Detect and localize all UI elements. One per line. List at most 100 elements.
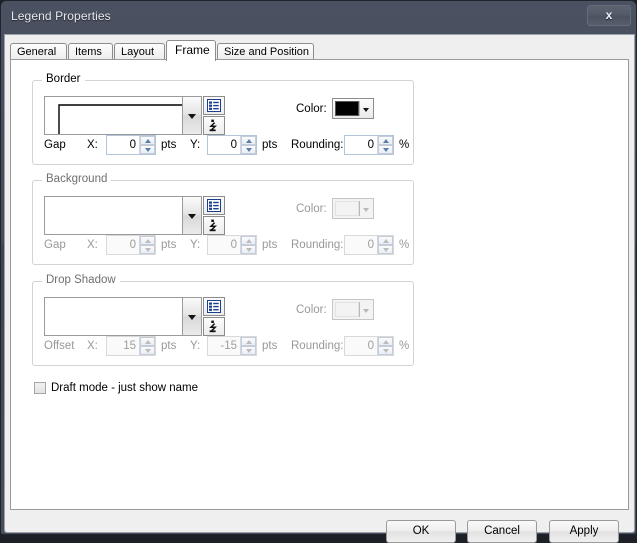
border-y-value[interactable]: 0 <box>208 136 240 154</box>
border-rounding-spin-buttons <box>377 136 393 154</box>
dropshadow-x-spinner: 15 <box>106 336 156 356</box>
background-y-label: Y: <box>190 239 201 251</box>
border-color-picker[interactable] <box>332 98 374 119</box>
background-y-spin-up <box>241 236 256 245</box>
background-x-spinner: 0 <box>106 235 156 255</box>
border-rounding-value[interactable]: 0 <box>345 136 377 154</box>
empty-preview-icon <box>45 298 182 335</box>
border-rounding-label: Rounding: <box>291 139 344 151</box>
dropshadow-rounding-spin-up <box>378 337 393 346</box>
dropshadow-y-spin-down <box>241 346 256 355</box>
dropshadow-y-spin-up <box>241 337 256 346</box>
border-x-value[interactable]: 0 <box>107 136 139 154</box>
dropshadow-rounding-units: % <box>399 340 410 352</box>
background-x-spin-down <box>140 245 155 254</box>
background-rounding-label: Rounding: <box>291 239 344 251</box>
dropshadow-formula-icon[interactable] <box>203 317 225 336</box>
border-x-spin-up[interactable] <box>140 136 155 145</box>
draft-mode-checkbox[interactable] <box>34 382 46 394</box>
border-style-preview-field[interactable] <box>44 96 182 135</box>
background-list-icon[interactable] <box>203 196 225 215</box>
dropshadow-color-dropdown-arrow <box>359 302 371 317</box>
background-rounding-value: 0 <box>367 239 374 251</box>
dropshadow-style-combo[interactable] <box>44 297 225 336</box>
background-gap-label: Gap <box>44 239 66 251</box>
apply-button[interactable]: Apply <box>549 520 619 543</box>
border-style-combo[interactable] <box>44 96 225 135</box>
dropshadow-style-buttons <box>203 297 225 336</box>
border-style-buttons <box>203 96 225 135</box>
border-y-label: Y: <box>190 139 201 151</box>
background-x-label: X: <box>87 239 98 251</box>
group-border: Border Color: Gap X: 0 pts Y: 0 pts Roun… <box>32 73 414 165</box>
border-y-spin-up[interactable] <box>241 136 256 145</box>
dialog-window: Legend Properties x General Items Layout… <box>0 0 637 543</box>
dropshadow-color-label: Color: <box>296 304 327 316</box>
dropshadow-y-units: pts <box>262 340 278 352</box>
dropshadow-y-spin-buttons <box>240 337 256 355</box>
background-y-value: 0 <box>230 239 237 251</box>
ok-button[interactable]: OK <box>386 520 456 543</box>
background-y-spin-buttons <box>240 236 256 254</box>
background-style-dropdown-arrow[interactable] <box>182 196 202 235</box>
dropshadow-rounding-label: Rounding: <box>291 340 344 352</box>
group-background-title: Background <box>42 173 112 185</box>
client-area: General Items Layout Frame Size and Posi… <box>4 34 635 543</box>
border-rounding-spinner[interactable]: 0 <box>344 135 394 155</box>
title-bar: Legend Properties x <box>1 1 637 33</box>
tab-layout[interactable]: Layout <box>114 43 165 60</box>
dropshadow-y-spinner: -15 <box>207 336 257 356</box>
background-rounding-spin-buttons <box>377 236 393 254</box>
dropshadow-color-swatch <box>335 302 359 317</box>
group-drop-shadow-title: Drop Shadow <box>42 274 120 286</box>
border-list-icon[interactable] <box>203 96 225 115</box>
background-formula-icon[interactable] <box>203 216 225 235</box>
background-rounding-spin-down <box>378 245 393 254</box>
background-x-value: 0 <box>129 239 136 251</box>
border-x-label: X: <box>87 139 98 151</box>
dropshadow-rounding-value: 0 <box>367 340 374 352</box>
close-button[interactable]: x <box>587 5 631 26</box>
dropshadow-rounding-spin-down <box>378 346 393 355</box>
background-style-combo[interactable] <box>44 196 225 235</box>
dropshadow-offset-label: Offset <box>44 340 75 352</box>
background-rounding-units: % <box>399 239 410 251</box>
tab-frame[interactable]: Frame <box>166 40 216 61</box>
group-background: Background Color: Gap X: 0 pts Y: 0 pts … <box>32 173 414 265</box>
dropshadow-list-icon[interactable] <box>203 297 225 316</box>
background-color-swatch <box>335 201 359 216</box>
dropshadow-rounding-spin-buttons <box>377 337 393 355</box>
border-rounding-spin-up[interactable] <box>378 136 393 145</box>
background-x-units: pts <box>161 239 177 251</box>
border-color-dropdown-arrow[interactable] <box>359 101 371 116</box>
tab-general[interactable]: General <box>10 43 67 60</box>
tab-size-and-position[interactable]: Size and Position <box>217 43 314 60</box>
tab-items[interactable]: Items <box>68 43 113 60</box>
group-border-title: Border <box>42 73 85 85</box>
dropshadow-y-value: -15 <box>220 340 237 352</box>
dropshadow-style-dropdown-arrow[interactable] <box>182 297 202 336</box>
dropshadow-x-units: pts <box>161 340 177 352</box>
dropshadow-x-spin-buttons <box>139 337 155 355</box>
tab-strip: General Items Layout Frame Size and Posi… <box>10 40 629 61</box>
border-y-spin-down[interactable] <box>241 145 256 154</box>
border-rounding-units: % <box>399 139 410 151</box>
dropshadow-style-preview-field[interactable] <box>44 297 182 336</box>
border-formula-icon[interactable] <box>203 116 225 135</box>
tab-page-frame: Border Color: Gap X: 0 pts Y: 0 pts Roun… <box>10 59 629 510</box>
border-style-dropdown-arrow[interactable] <box>182 96 202 135</box>
background-x-spin-up <box>140 236 155 245</box>
line-corner-preview-icon <box>58 104 182 134</box>
background-y-spinner: 0 <box>207 235 257 255</box>
border-x-spin-down[interactable] <box>140 145 155 154</box>
border-rounding-spin-down[interactable] <box>378 145 393 154</box>
background-rounding-spinner: 0 <box>344 235 394 255</box>
background-color-dropdown-arrow <box>359 201 371 216</box>
border-y-spin-buttons <box>240 136 256 154</box>
background-style-preview-field[interactable] <box>44 196 182 235</box>
group-drop-shadow: Drop Shadow Color: Offset X: 15 pts Y: -… <box>32 274 414 366</box>
border-x-spinner[interactable]: 0 <box>106 135 156 155</box>
cancel-button[interactable]: Cancel <box>467 520 537 543</box>
border-y-spinner[interactable]: 0 <box>207 135 257 155</box>
draft-mode-checkbox-row[interactable]: Draft mode - just show name <box>34 382 198 394</box>
